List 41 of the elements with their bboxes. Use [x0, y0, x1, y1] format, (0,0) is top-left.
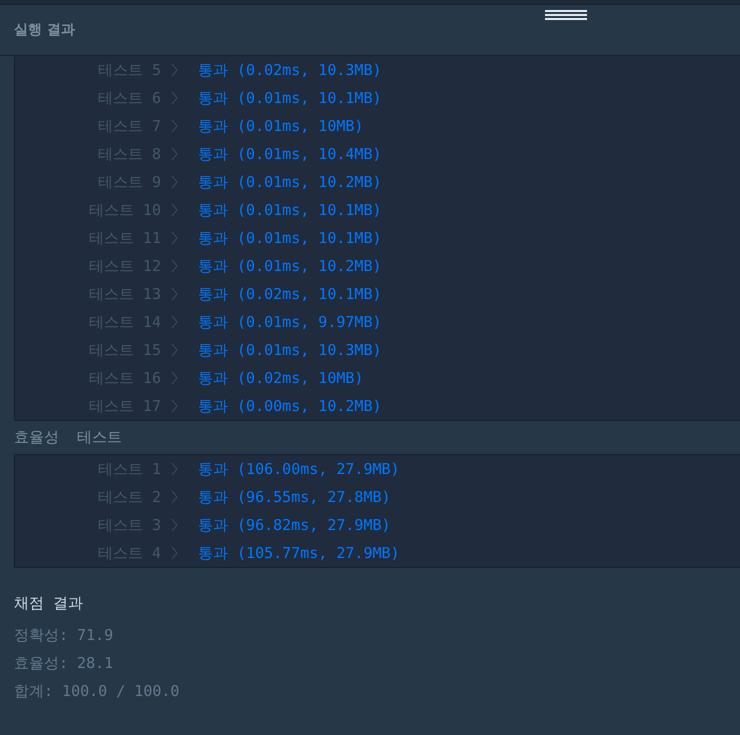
chevron-icon: [171, 343, 178, 357]
chevron-icon: [171, 287, 178, 301]
test-result: 통과 (0.01ms, 10.1MB): [198, 200, 382, 220]
test-result: 통과 (0.02ms, 10MB): [198, 368, 364, 388]
chevron-icon: [171, 147, 178, 161]
chevron-icon: [171, 546, 178, 560]
test-result: 통과 (0.01ms, 10.2MB): [198, 256, 382, 276]
grading-title: 채점 결과: [14, 594, 84, 614]
chevron-icon: [171, 462, 178, 476]
score-line: 효율성: 28.1: [14, 654, 114, 674]
test-result: 통과 (0.01ms, 10.1MB): [198, 88, 382, 108]
drag-handle-icon[interactable]: [545, 10, 587, 20]
test-result: 통과 (96.55ms, 27.8MB): [198, 488, 391, 506]
test-result: 통과 (96.82ms, 27.9MB): [198, 516, 391, 534]
test-result: 통과 (0.01ms, 10.2MB): [198, 172, 382, 192]
chevron-icon: [171, 231, 178, 245]
chevron-icon: [171, 203, 178, 217]
chevron-icon: [171, 399, 178, 413]
chevron-icon: [171, 175, 178, 189]
test-result: 통과 (0.01ms, 10.3MB): [198, 340, 382, 360]
chevron-icon: [171, 371, 178, 385]
test-result: 통과 (0.01ms, 9.97MB): [198, 312, 382, 332]
test-result: 통과 (106.00ms, 27.9MB): [198, 460, 400, 478]
test-result: 통과 (0.01ms, 10.1MB): [198, 228, 382, 248]
section-heading: 효율성 테스트: [13, 427, 124, 448]
chevron-icon: [171, 490, 178, 504]
test-result: 통과 (0.02ms, 10.3MB): [198, 60, 382, 80]
test-result: 통과 (0.01ms, 10MB): [198, 116, 364, 136]
chevron-icon: [171, 119, 178, 133]
chevron-icon: [171, 259, 178, 273]
panel-title: 실행 결과: [14, 21, 75, 39]
test-result: 통과 (0.01ms, 10.4MB): [198, 144, 382, 164]
chevron-icon: [171, 518, 178, 532]
chevron-icon: [171, 315, 178, 329]
test-result: 통과 (105.77ms, 27.9MB): [198, 544, 400, 562]
score-line: 정확성: 71.9: [14, 626, 114, 646]
score-line: 합계: 100.0 / 100.0: [14, 682, 180, 702]
test-result: 통과 (0.00ms, 10.2MB): [198, 396, 382, 416]
chevron-icon: [171, 63, 178, 77]
chevron-icon: [171, 91, 178, 105]
test-result: 통과 (0.02ms, 10.1MB): [198, 284, 382, 304]
